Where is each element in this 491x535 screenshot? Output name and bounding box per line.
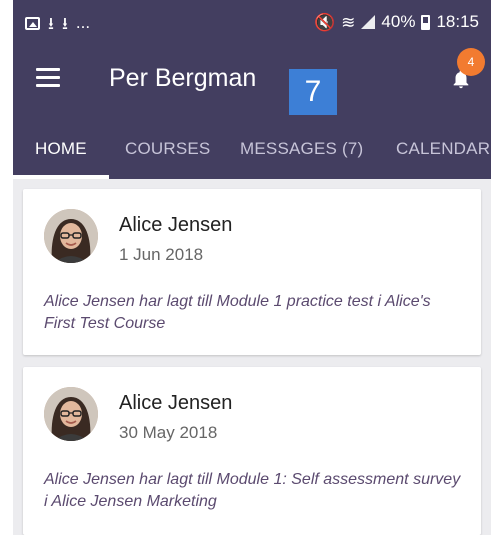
app-bar: Per Bergman 7 4 bbox=[13, 42, 491, 115]
tab-home[interactable]: HOME bbox=[35, 139, 87, 159]
activity-text: Alice Jensen har lagt till Module 1 prac… bbox=[44, 293, 431, 332]
download-icon: ⭳ bbox=[48, 13, 54, 33]
notification-badge[interactable]: 4 bbox=[457, 48, 485, 76]
status-time: 18:15 bbox=[436, 12, 479, 31]
avatar bbox=[44, 209, 98, 263]
activity-text: Alice Jensen har lagt till Module 1: Sel… bbox=[44, 471, 461, 510]
page-title: Per Bergman bbox=[109, 64, 257, 92]
image-icon bbox=[25, 16, 40, 30]
counter-box: 7 bbox=[289, 69, 337, 115]
signal-icon bbox=[361, 15, 376, 29]
activity-feed: Alice Jensen 1 Jun 2018 Alice Jensen har… bbox=[13, 179, 491, 535]
tab-courses[interactable]: COURSES bbox=[125, 139, 210, 159]
tab-calendar[interactable]: CALENDAR bbox=[396, 139, 490, 159]
mute-icon: 🔇 bbox=[314, 12, 336, 32]
post-date: 30 May 2018 bbox=[119, 423, 218, 442]
tab-bar: HOME COURSES MESSAGES (7) CALENDAR bbox=[13, 115, 491, 179]
status-ellipsis: ... bbox=[75, 13, 91, 32]
status-right-icons: 🔇 ≋ 40% 18:15 bbox=[314, 12, 479, 32]
battery-icon bbox=[421, 14, 431, 30]
activity-card[interactable]: Alice Jensen 30 May 2018 Alice Jensen ha… bbox=[23, 367, 481, 535]
wifi-icon: ≋ bbox=[341, 12, 356, 32]
tab-messages[interactable]: MESSAGES (7) bbox=[240, 139, 363, 159]
menu-icon[interactable] bbox=[36, 68, 60, 87]
activity-card[interactable]: Alice Jensen 1 Jun 2018 Alice Jensen har… bbox=[23, 189, 481, 355]
status-bar: ⭳ ⭳ ... 🔇 ≋ 40% 18:15 bbox=[13, 0, 491, 42]
author-name: Alice Jensen bbox=[119, 214, 233, 236]
battery-percent: 40% bbox=[381, 12, 416, 31]
download-icon: ⭳ bbox=[61, 13, 68, 33]
status-left-icons: ⭳ ⭳ ... bbox=[25, 13, 90, 33]
post-date: 1 Jun 2018 bbox=[119, 245, 204, 264]
author-name: Alice Jensen bbox=[119, 392, 233, 414]
avatar bbox=[44, 387, 98, 441]
